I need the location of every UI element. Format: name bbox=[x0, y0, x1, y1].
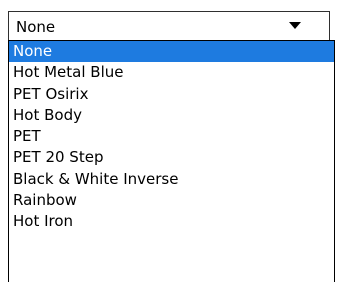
color-map-select[interactable]: None bbox=[8, 11, 330, 41]
dropdown-option-hot-body[interactable]: Hot Body bbox=[9, 105, 334, 126]
dropdown-option-none[interactable]: None bbox=[9, 41, 334, 63]
chevron-down-icon[interactable] bbox=[289, 22, 301, 29]
dropdown-option-pet[interactable]: PET bbox=[9, 126, 334, 147]
dropdown-option-pet-20-step[interactable]: PET 20 Step bbox=[9, 147, 334, 168]
dropdown-list: None Hot Metal Blue PET Osirix Hot Body … bbox=[8, 40, 335, 282]
dropdown-option-black-white-inverse[interactable]: Black & White Inverse bbox=[9, 169, 334, 190]
dropdown-option-hot-iron[interactable]: Hot Iron bbox=[9, 211, 334, 232]
dropdown-option-rainbow[interactable]: Rainbow bbox=[9, 190, 334, 211]
dropdown-option-pet-osirix[interactable]: PET Osirix bbox=[9, 84, 334, 105]
dropdown-option-hot-metal-blue[interactable]: Hot Metal Blue bbox=[9, 62, 334, 83]
combo-selected-value: None bbox=[16, 18, 56, 36]
